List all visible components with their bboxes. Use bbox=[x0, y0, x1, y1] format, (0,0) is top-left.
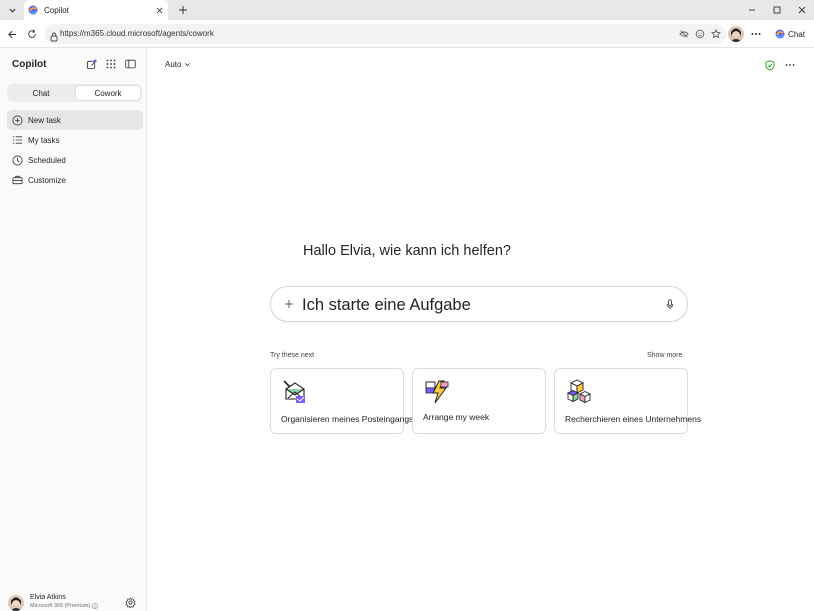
sidebar-item-new-task[interactable]: New task bbox=[7, 110, 143, 130]
chat-button-label: Chat bbox=[788, 29, 805, 39]
shield-check-icon[interactable] bbox=[764, 59, 776, 71]
maximize-icon[interactable] bbox=[770, 3, 784, 17]
tracking-off-eye-icon[interactable] bbox=[678, 28, 690, 40]
user-plan: Microsoft 365 (Premium) bbox=[30, 603, 99, 609]
app-title: Copilot bbox=[12, 59, 47, 70]
settings-gear-icon[interactable] bbox=[124, 596, 136, 608]
sidebar-item-label: My tasks bbox=[28, 135, 60, 145]
browser-tab-bar: Copilot bbox=[0, 0, 814, 20]
tab-title: Copilot bbox=[44, 5, 69, 15]
model-selector[interactable]: Auto bbox=[165, 60, 191, 69]
reading-smiley-icon[interactable] bbox=[694, 28, 706, 40]
suggestion-card-week[interactable]: Arrange my week bbox=[412, 368, 546, 434]
suggestion-card-inbox[interactable]: Organisieren meines Posteingangs bbox=[270, 368, 413, 434]
user-name: Elvia Atkins bbox=[30, 594, 66, 601]
info-icon[interactable] bbox=[92, 603, 99, 609]
task-input[interactable] bbox=[302, 294, 642, 316]
suggestions-heading: Try these next bbox=[270, 352, 315, 359]
url-field[interactable]: https://m365.cloud.microsoft/agents/cowo… bbox=[44, 24, 726, 44]
sidebar-item-scheduled[interactable]: Scheduled bbox=[7, 150, 143, 170]
chevron-down-icon bbox=[184, 61, 191, 68]
model-selector-label: Auto bbox=[165, 60, 182, 69]
task-composer bbox=[270, 286, 688, 322]
briefcase-icon bbox=[12, 175, 23, 186]
tab-chat[interactable]: Chat bbox=[8, 85, 74, 101]
browser-profile-avatar[interactable] bbox=[728, 26, 744, 42]
sidebar-item-my-tasks[interactable]: My tasks bbox=[7, 130, 143, 150]
more-options-icon[interactable] bbox=[784, 59, 796, 71]
microphone-icon[interactable] bbox=[664, 297, 676, 311]
copilot-chat-icon bbox=[775, 29, 785, 39]
sidebar-item-label: Scheduled bbox=[28, 155, 66, 165]
collapse-sidebar-icon[interactable] bbox=[124, 58, 136, 70]
new-tab-plus-icon[interactable] bbox=[176, 3, 190, 17]
suggestion-card-label: Organisieren meines Posteingangs bbox=[281, 414, 414, 424]
tab-cowork[interactable]: Cowork bbox=[75, 85, 141, 101]
apps-grid-icon[interactable] bbox=[105, 58, 117, 70]
favorites-star-icon[interactable] bbox=[710, 28, 722, 40]
sidebar: Copilot Chat Cowork New task My tasks Sc… bbox=[0, 48, 147, 611]
mode-switch: Chat Cowork bbox=[7, 84, 142, 102]
copilot-logo-icon bbox=[28, 5, 38, 15]
new-chat-edit-icon[interactable] bbox=[85, 58, 97, 70]
lightning-calendar-icon bbox=[424, 379, 450, 405]
add-attachment-plus-icon[interactable] bbox=[283, 298, 295, 310]
inbox-organize-icon bbox=[282, 379, 308, 405]
main-area: Auto Hallo Elvia, wie kann ich helfen? T… bbox=[147, 48, 814, 611]
tab-close-icon[interactable] bbox=[154, 5, 164, 15]
back-arrow-icon[interactable] bbox=[5, 27, 19, 41]
tab-list-chevron-icon[interactable] bbox=[4, 2, 20, 18]
suggestion-card-label: Arrange my week bbox=[423, 412, 490, 422]
user-profile[interactable]: Elvia Atkins Microsoft 365 (Premium) bbox=[8, 593, 144, 611]
browser-chat-button[interactable]: Chat bbox=[770, 25, 810, 43]
browser-address-bar: https://m365.cloud.microsoft/agents/cowo… bbox=[0, 20, 814, 48]
minimize-icon[interactable] bbox=[745, 3, 759, 17]
plus-circle-icon bbox=[12, 115, 23, 126]
clock-icon bbox=[12, 155, 23, 166]
url-text: https://m365.cloud.microsoft/agents/cowo… bbox=[60, 29, 214, 38]
reload-icon[interactable] bbox=[25, 27, 39, 41]
browser-more-icon[interactable] bbox=[750, 28, 762, 40]
research-cubes-icon bbox=[566, 379, 592, 405]
list-icon bbox=[12, 135, 23, 146]
sidebar-item-customize[interactable]: Customize bbox=[7, 170, 143, 190]
close-window-icon[interactable] bbox=[795, 3, 809, 17]
browser-tab[interactable]: Copilot bbox=[24, 0, 168, 20]
user-plan-label: Microsoft 365 (Premium) bbox=[30, 603, 91, 609]
greeting: Hallo Elvia, wie kann ich helfen? bbox=[303, 243, 511, 259]
suggestion-card-company[interactable]: Recherchieren eines Unternehmens bbox=[554, 368, 701, 434]
lock-icon bbox=[50, 29, 60, 42]
show-more-link[interactable]: Show more bbox=[647, 352, 682, 359]
avatar bbox=[8, 595, 24, 611]
suggestion-card-label: Recherchieren eines Unternehmens bbox=[565, 414, 702, 424]
sidebar-item-label: New task bbox=[28, 115, 61, 125]
sidebar-item-label: Customize bbox=[28, 175, 66, 185]
